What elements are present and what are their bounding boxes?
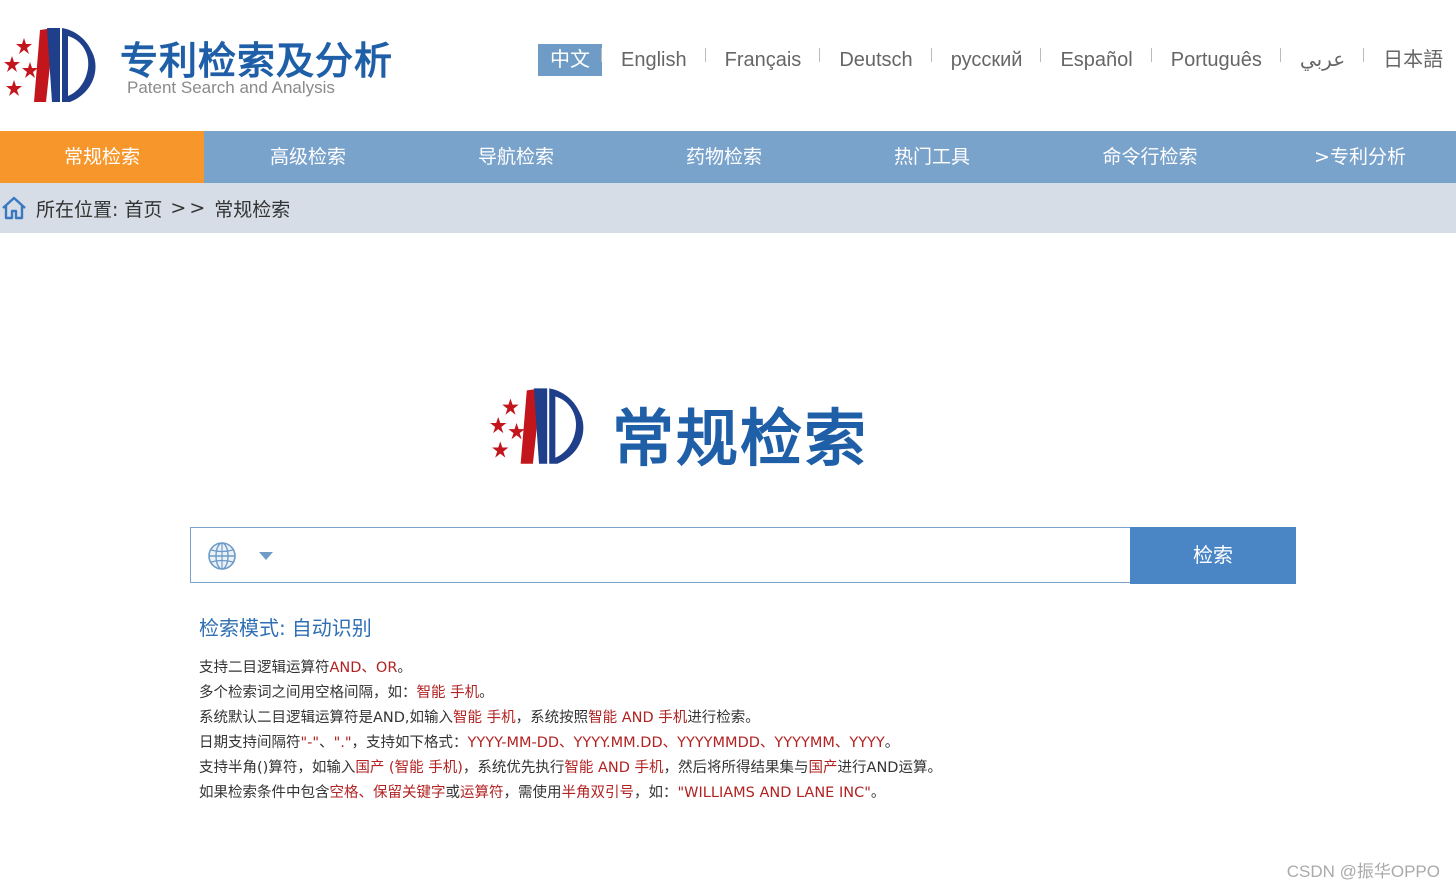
search-mode: 检索模式: 自动识别 [199,612,372,641]
help-text: 进行AND运算。 [837,760,942,776]
help-text: ，然后将所得结果集与 [663,760,809,776]
lang-french[interactable]: Français [704,44,821,76]
help-line: 系统默认二目逻辑运算符是AND,如输入智能 手机，系统按照智能 AND 手机进行… [199,706,1199,731]
breadcrumb-current: 常规检索 [214,198,291,221]
patent-office-logo[interactable] [0,22,102,104]
lang-chinese[interactable]: 中文 [538,44,602,76]
help-highlight: 智能 AND 手机 [564,760,664,776]
help-text: 日期支持间隔符 [199,735,301,751]
help-highlight: "WILLIAMS AND LANE INC" [677,785,871,801]
help-highlight: 运算符 [460,785,504,801]
nav-patent-analysis[interactable]: >专利分析 [1264,131,1456,183]
help-text: ，如： [634,785,678,801]
lang-portuguese[interactable]: Português [1150,44,1281,76]
help-text: ，系统按照 [515,710,589,726]
search-help: 支持二目逻辑运算符AND、OR。 多个检索词之间用空格间隔，如：智能 手机。 系统默… [199,656,1199,806]
help-text: 、 [319,735,334,751]
help-line: 多个检索词之间用空格间隔，如：智能 手机。 [199,681,1199,706]
search-mode-value[interactable]: 自动识别 [292,616,372,640]
help-highlight: YYYY-MM-DD、YYYY.MM.DD、YYYYMMDD、YYYYMM、YY… [467,735,885,751]
help-highlight: "-" [300,735,320,751]
help-text: 进行检索。 [687,710,760,726]
nav-advanced-search[interactable]: 高级检索 [204,131,412,183]
help-text: 多个检索词之间用空格间隔，如： [199,685,417,701]
help-text: 支持二目逻辑运算符 [199,660,330,676]
page-title: 常规检索 [612,402,869,475]
lang-german[interactable]: Deutsch [819,44,931,76]
main-nav: 常规检索 高级检索 导航检索 药物检索 热门工具 命令行检索 >专利分析 [0,131,1456,183]
nav-regular-search[interactable]: 常规检索 [0,131,204,183]
patent-office-logo [490,388,584,464]
help-highlight: 智能 AND 手机 [588,710,688,726]
help-text: 。 [397,660,412,676]
breadcrumb: 所在位置: 首页 >> 常规检索 [0,183,1456,233]
lang-spanish[interactable]: Español [1040,44,1151,76]
language-switcher: 中文 English Français Deutsch русский Espa… [538,44,1456,76]
help-text: 。 [479,685,494,701]
breadcrumb-label: 所在位置: [36,198,119,221]
search-mode-label: 检索模式: [199,616,286,640]
lang-russian[interactable]: русский [930,44,1042,76]
home-icon[interactable] [0,194,28,222]
globe-icon[interactable] [207,541,237,571]
brand-title: 专利检索及分析 [120,39,394,83]
help-highlight: 半角双引号 [561,785,635,801]
nav-drug-search[interactable]: 药物检索 [620,131,828,183]
brand-subtitle: Patent Search and Analysis [127,78,335,97]
nav-hot-tools[interactable]: 热门工具 [828,131,1036,183]
help-highlight: AND、OR [329,660,398,676]
help-highlight: 智能 手机 [416,685,480,701]
chevron-down-icon[interactable] [259,552,273,560]
help-text: ，支持如下格式： [351,735,468,751]
watermark: CSDN @振华OPPO [1286,862,1440,881]
help-text: 。 [870,785,886,801]
help-line: 日期支持间隔符"-"、"."，支持如下格式：YYYY-MM-DD、YYYY.MM… [199,731,1199,756]
help-highlight: 国产 [808,760,838,776]
search-bar [190,527,1130,583]
help-text: ，需使用 [503,785,562,801]
help-line: 支持半角()算符，如输入国产 (智能 手机)，系统优先执行智能 AND 手机，然… [199,756,1199,781]
breadcrumb-separator: >> [170,197,209,219]
header: 专利检索及分析 Patent Search and Analysis 中文 En… [0,0,1456,131]
nav-navigation-search[interactable]: 导航检索 [412,131,620,183]
search-button[interactable]: 检索 [1130,527,1296,584]
help-highlight: 国产 (智能 手机) [355,760,463,776]
lang-english[interactable]: English [601,44,706,76]
lang-japanese[interactable]: 日本語 [1363,44,1456,76]
lang-arabic[interactable]: عربي [1279,44,1364,76]
breadcrumb-home-link[interactable]: 首页 [124,195,162,222]
help-line: 如果检索条件中包含空格、保留关键字或运算符，需使用半角双引号，如："WILLIA… [199,781,1199,806]
help-highlight: 空格、保留关键字 [329,785,446,801]
help-text: 。 [884,735,900,751]
help-text: 如果检索条件中包含 [199,785,330,801]
search-input[interactable] [291,532,1115,580]
help-highlight: 智能 手机 [453,710,516,726]
nav-command-line-search[interactable]: 命令行检索 [1036,131,1264,183]
help-highlight: "." [333,735,352,751]
help-text: 系统默认二目逻辑运算符是AND,如输入 [199,710,454,726]
help-line: 支持二目逻辑运算符AND、OR。 [199,656,1199,681]
help-text: ，系统优先执行 [462,760,565,776]
help-text: 支持半角()算符，如输入 [199,760,356,776]
help-text: 或 [445,785,461,801]
